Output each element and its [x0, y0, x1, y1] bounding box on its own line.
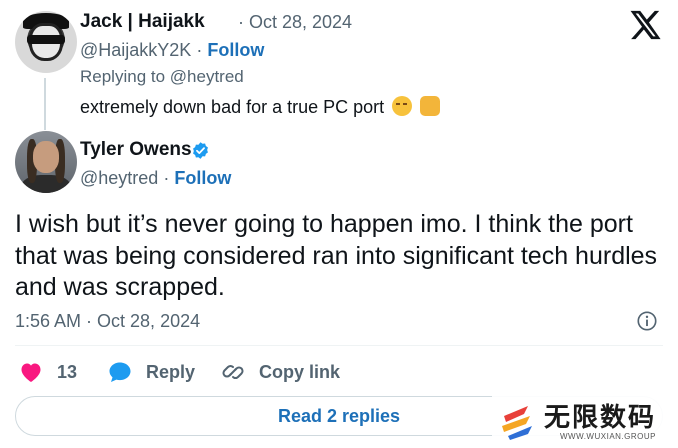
main-tweet-text: I wish but it’s never going to happen im…	[15, 210, 658, 301]
parent-author-name[interactable]: Jack | Haijakk	[80, 11, 205, 33]
parent-follow-button[interactable]: Follow	[207, 40, 264, 60]
actions-divider	[15, 345, 663, 346]
reply-bubble-icon	[109, 362, 131, 382]
handle-separator: ·	[196, 40, 203, 60]
replying-to-prefix: Replying to	[80, 67, 166, 86]
copy-link-label: Copy link	[259, 361, 341, 382]
pensive-face-emoji-icon	[392, 96, 413, 116]
main-author-handle-row: @heytred · Follow	[80, 168, 231, 189]
heart-icon	[21, 363, 41, 382]
replying-to-mention[interactable]: @heytred	[170, 67, 244, 86]
like-button[interactable]: 13	[19, 361, 77, 383]
info-icon[interactable]	[636, 310, 658, 332]
parent-tweet-text-row: extremely down bad for a true PC port	[80, 96, 441, 118]
handle-separator: ·	[163, 168, 170, 188]
copy-link-button[interactable]: Copy link	[221, 361, 340, 383]
parent-tweet-text: extremely down bad for a true PC port	[80, 97, 385, 117]
main-author-handle[interactable]: @heytred	[80, 168, 158, 188]
avatar-head	[33, 141, 59, 173]
reply-label: Reply	[146, 361, 196, 382]
link-icon	[222, 364, 244, 380]
replying-to-line: Replying to @heytred	[80, 67, 244, 87]
main-author-name[interactable]: Tyler Owens	[80, 139, 192, 161]
avatar-glasses	[27, 35, 65, 44]
main-follow-button[interactable]: Follow	[174, 168, 231, 188]
thread-connector-line	[44, 78, 46, 130]
watermark-logo-icon	[502, 406, 532, 440]
tweet-timestamp[interactable]: 1:56 AM · Oct 28, 2024	[15, 311, 200, 332]
read-replies-label: Read 2 replies	[277, 405, 401, 426]
parent-avatar[interactable]	[15, 11, 77, 73]
watermark-subtitle: WWW.WUXIAN.GROUP	[560, 432, 656, 441]
x-logo-icon[interactable]	[628, 8, 662, 42]
parent-author-handle[interactable]: @HaijakkY2K	[80, 40, 191, 60]
oncoming-fist-emoji-icon	[420, 96, 441, 116]
verified-badge-icon[interactable]	[191, 141, 210, 160]
like-count: 13	[57, 361, 78, 382]
watermark-title: 无限数码	[544, 403, 657, 433]
reply-button[interactable]: Reply	[108, 361, 195, 383]
parent-tweet-date[interactable]: · Oct 28, 2024	[238, 12, 352, 33]
parent-author-handle-row: @HaijakkY2K · Follow	[80, 40, 264, 61]
main-avatar[interactable]	[15, 131, 77, 193]
